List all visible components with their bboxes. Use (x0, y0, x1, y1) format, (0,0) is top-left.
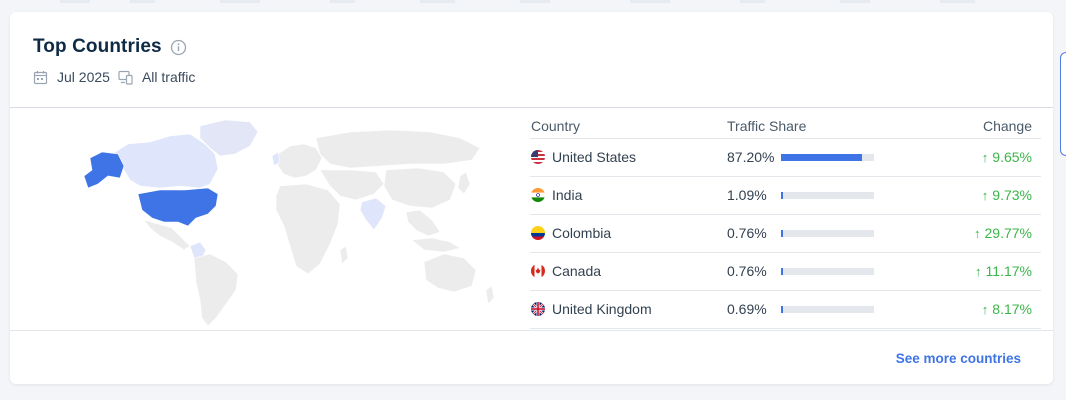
table-row[interactable]: India 1.09% ↑ 9.73% (530, 177, 1041, 215)
traffic-share-bar (781, 154, 874, 161)
top-countries-card: Top Countries Jul 2025 All traffic Count… (10, 12, 1053, 384)
country-name[interactable]: Colombia (552, 225, 611, 241)
table-row[interactable]: United Kingdom 0.69% ↑ 8.17% (530, 291, 1041, 329)
traffic-filter-label: All traffic (141, 69, 196, 85)
country-name[interactable]: United Kingdom (552, 301, 652, 317)
change-value: ↑ 29.77% (974, 225, 1032, 241)
traffic-share-fill (781, 268, 783, 275)
change-text: 9.65% (992, 149, 1032, 165)
change-value: ↑ 11.17% (975, 263, 1032, 279)
title-row: Top Countries (33, 36, 187, 58)
devices-icon (118, 70, 133, 85)
background-dots (60, 0, 975, 3)
widget-title: Top Countries (33, 36, 162, 57)
arrow-up-icon: ↑ (975, 263, 982, 279)
see-more-countries-link[interactable]: See more countries (896, 351, 1021, 366)
traffic-share-fill (781, 192, 783, 199)
header-country[interactable]: Country (531, 118, 580, 134)
card-footer: See more countries (10, 330, 1053, 384)
country-name[interactable]: Canada (552, 263, 601, 279)
meta-row: Jul 2025 All traffic (33, 69, 195, 85)
traffic-share-value: 87.20% (727, 149, 775, 165)
change-value: ↑ 9.65% (982, 149, 1032, 165)
traffic-share-value: 0.69% (727, 301, 767, 317)
traffic-share-fill (781, 154, 863, 161)
traffic-share-value: 0.76% (727, 263, 767, 279)
side-panel-edge[interactable] (1060, 52, 1066, 156)
countries-table: Country Traffic Share Change United Stat… (530, 115, 1041, 329)
table-header: Country Traffic Share Change (530, 115, 1041, 139)
table-row[interactable]: Colombia 0.76% ↑ 29.77% (530, 215, 1041, 253)
table-row[interactable]: United States 87.20% ↑ 9.65% (530, 139, 1041, 177)
traffic-share-fill (781, 306, 783, 313)
info-icon[interactable] (170, 39, 187, 56)
traffic-share-fill (781, 230, 783, 237)
date-label: Jul 2025 (57, 69, 110, 85)
header-change[interactable]: Change (983, 118, 1032, 134)
traffic-share-bar (781, 230, 874, 237)
india-flag-icon (531, 188, 545, 202)
traffic-share-bar (781, 306, 874, 313)
change-text: 29.77% (984, 225, 1032, 241)
traffic-share-value: 0.76% (727, 225, 767, 241)
us-flag-icon (531, 150, 545, 164)
change-text: 9.73% (992, 187, 1032, 203)
world-map[interactable] (40, 114, 510, 329)
arrow-up-icon: ↑ (981, 187, 989, 203)
country-name[interactable]: India (552, 187, 582, 203)
change-value: ↑ 9.73% (982, 187, 1032, 203)
canada-flag-icon (531, 264, 545, 278)
arrow-up-icon: ↑ (981, 149, 989, 165)
country-name[interactable]: United States (552, 149, 636, 165)
traffic-share-bar (781, 192, 874, 199)
arrow-up-icon: ↑ (974, 225, 981, 241)
traffic-share-bar (781, 268, 874, 275)
traffic-share-value: 1.09% (727, 187, 767, 203)
change-text: 8.17% (992, 301, 1032, 317)
arrow-up-icon: ↑ (981, 301, 989, 317)
colombia-flag-icon (531, 226, 545, 240)
card-header: Top Countries Jul 2025 All traffic (10, 12, 1053, 108)
calendar-icon (33, 70, 48, 85)
table-row[interactable]: Canada 0.76% ↑ 11.17% (530, 253, 1041, 291)
header-traffic-share[interactable]: Traffic Share (727, 118, 806, 134)
change-value: ↑ 8.17% (982, 301, 1032, 317)
change-text: 11.17% (985, 263, 1032, 279)
uk-flag-icon (531, 302, 545, 316)
